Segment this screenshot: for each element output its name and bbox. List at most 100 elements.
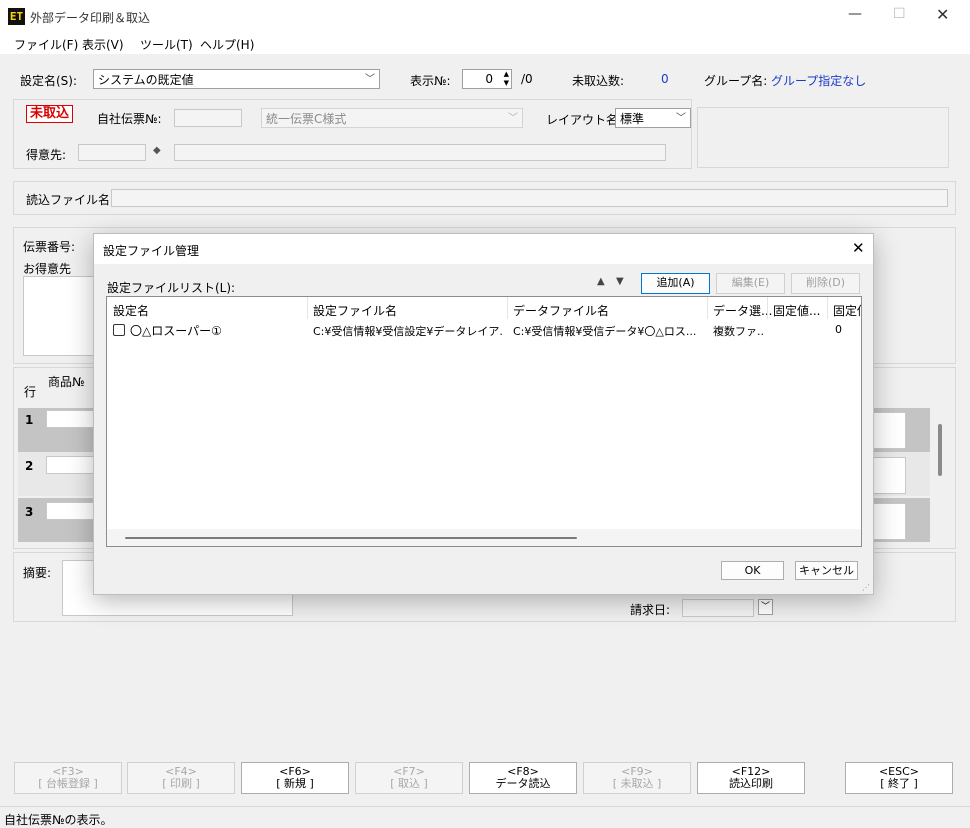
row-data-file[interactable]: C:¥受信情報¥受信データ¥〇△ロス...: [513, 323, 703, 339]
settings-file-dialog: 設定ファイル管理 ✕ 設定ファイルリスト(L): ▲ ▼ 追加(A) 編集(E)…: [93, 233, 874, 595]
row-number: 1: [25, 413, 34, 427]
f4-print-button[interactable]: <F4> [ 印刷 ]: [127, 762, 235, 794]
row-data-select[interactable]: 複数ファ...: [713, 323, 765, 339]
billing-date-dropdown[interactable]: ﹀: [758, 599, 773, 615]
stepper-down-icon[interactable]: ▼: [504, 79, 509, 87]
chevron-down-icon: ﹀: [676, 113, 686, 124]
column-divider: [707, 297, 708, 319]
column-header-data-file[interactable]: データファイル名: [513, 302, 609, 319]
status-badge: 未取込: [26, 105, 74, 123]
status-bar: 自社伝票№の表示。: [0, 806, 970, 828]
row-fixed-value-2[interactable]: 0: [835, 323, 861, 336]
product-no-header: 商品№: [48, 375, 85, 389]
import-file-field[interactable]: [111, 189, 948, 207]
layout-name-select[interactable]: 標準 ﹀: [615, 108, 691, 128]
amount-field[interactable]: [872, 412, 906, 449]
menu-bar: ファイル(F) 表示(V) ツール(T) ヘルプ(H): [0, 32, 970, 54]
customer-name-field[interactable]: [174, 144, 666, 161]
scrollbar-thumb[interactable]: [125, 537, 577, 539]
column-divider: [827, 297, 828, 319]
menu-help[interactable]: ヘルプ(H): [200, 36, 254, 53]
amount-field[interactable]: [872, 457, 906, 494]
info-side-panel: [697, 107, 949, 168]
diamond-icon: ◆: [153, 145, 161, 156]
cancel-button[interactable]: キャンセル: [795, 561, 858, 580]
detail-scrollbar[interactable]: [938, 424, 942, 476]
setting-name-label: 設定名(S):: [20, 74, 78, 88]
settings-list-label: 設定ファイルリスト(L):: [107, 281, 236, 295]
unimported-count: 0: [661, 72, 669, 86]
slip-no-label: 伝票番号:: [23, 240, 76, 254]
chevron-down-icon: ﹀: [508, 113, 518, 124]
own-slip-no-field[interactable]: [174, 109, 242, 127]
f8-label: データ読込: [495, 777, 551, 790]
esc-exit-button[interactable]: <ESC> [ 終了 ]: [845, 762, 953, 794]
f9-unimported-button[interactable]: <F9> [ 未取込 ]: [583, 762, 691, 794]
column-header-setting-file[interactable]: 設定ファイル名: [313, 302, 397, 319]
row-setting-file[interactable]: C:¥受信情報¥受信設定¥データレイア...: [313, 323, 503, 339]
setting-name-value: システムの既定値: [98, 73, 194, 87]
f6-label: [ 新規 ]: [276, 777, 314, 790]
menu-file[interactable]: ファイル(F): [14, 36, 78, 53]
display-no-label: 表示№:: [410, 74, 451, 88]
settings-file-list[interactable]: 設定名 設定ファイル名 データファイル名 データ選... 固定値... 固定値 …: [106, 296, 862, 547]
product-no-field[interactable]: [46, 502, 96, 520]
dialog-close-icon[interactable]: ✕: [852, 239, 865, 257]
column-divider: [307, 297, 308, 319]
f3-ledger-register-button[interactable]: <F3> [ 台帳登録 ]: [14, 762, 122, 794]
chevron-down-icon: ﹀: [365, 74, 375, 85]
resize-grip-icon[interactable]: ⋰: [862, 583, 870, 592]
dialog-title-bar: [94, 234, 873, 264]
horizontal-scrollbar[interactable]: [107, 529, 861, 546]
f7-import-button[interactable]: <F7> [ 取込 ]: [355, 762, 463, 794]
add-button[interactable]: 追加(A): [641, 273, 710, 294]
unimported-label: 未取込数:: [572, 74, 625, 88]
menu-view[interactable]: 表示(V): [82, 36, 124, 53]
product-no-field[interactable]: [46, 456, 96, 474]
f7-label: [ 取込 ]: [390, 777, 428, 790]
slip-format-value: 統一伝票C様式: [266, 112, 347, 126]
f6-new-button[interactable]: <F6> [ 新規 ]: [241, 762, 349, 794]
billing-date-label: 請求日:: [630, 603, 671, 617]
layout-name-value: 標準: [620, 112, 645, 126]
row-setting-name[interactable]: 〇△ロスーパー①: [130, 322, 305, 339]
slip-format-select[interactable]: 統一伝票C様式 ﹀: [261, 108, 523, 128]
f4-label: [ 印刷 ]: [162, 777, 200, 790]
move-up-icon[interactable]: ▲: [597, 276, 605, 287]
column-header-fixed-value-2[interactable]: 固定値: [833, 302, 861, 319]
status-text: 自社伝票№の表示。: [4, 813, 113, 827]
layout-name-label: レイアウト名:: [546, 113, 623, 127]
move-down-icon[interactable]: ▼: [616, 276, 624, 287]
own-slip-no-label: 自社伝票№:: [97, 112, 162, 126]
billing-date-field[interactable]: [682, 599, 754, 617]
f8-data-load-button[interactable]: <F8> データ読込: [469, 762, 577, 794]
f9-label: [ 未取込 ]: [612, 777, 662, 790]
bill-to-label: お得意先: [23, 262, 72, 276]
group-name-label: グループ名:: [704, 74, 768, 88]
app-icon: ET: [8, 8, 25, 25]
stepper-up-icon[interactable]: ▲: [504, 70, 509, 78]
display-no-stepper[interactable]: 0 ▲ ▼: [462, 69, 512, 89]
edit-button[interactable]: 編集(E): [716, 273, 785, 294]
group-name-value: グループ指定なし: [771, 74, 867, 88]
display-no-total: /0: [521, 72, 533, 86]
minimize-button[interactable]: —: [848, 6, 862, 22]
customer-label: 得意先:: [26, 148, 67, 162]
close-button[interactable]: ✕: [936, 5, 949, 24]
delete-button[interactable]: 削除(D): [791, 273, 860, 294]
product-no-field[interactable]: [46, 410, 96, 428]
amount-field[interactable]: [872, 503, 906, 540]
title-bar: ET 外部データ印刷＆取込 — ☐ ✕: [0, 0, 970, 32]
dialog-title: 設定ファイル管理: [103, 244, 200, 258]
row-number: 3: [25, 505, 34, 519]
column-header-fixed-value-1[interactable]: 固定値...: [773, 302, 820, 319]
row-checkbox[interactable]: [113, 324, 125, 336]
column-header-data-select[interactable]: データ選...: [713, 302, 772, 319]
f12-load-print-button[interactable]: <F12> 読込印刷: [697, 762, 805, 794]
column-header-setting-name[interactable]: 設定名: [113, 302, 149, 319]
ok-button[interactable]: OK: [721, 561, 784, 580]
setting-name-select[interactable]: システムの既定値 ﹀: [93, 69, 380, 89]
maximize-button[interactable]: ☐: [893, 6, 906, 22]
menu-tools[interactable]: ツール(T): [140, 36, 193, 53]
customer-code-field[interactable]: [78, 144, 146, 161]
